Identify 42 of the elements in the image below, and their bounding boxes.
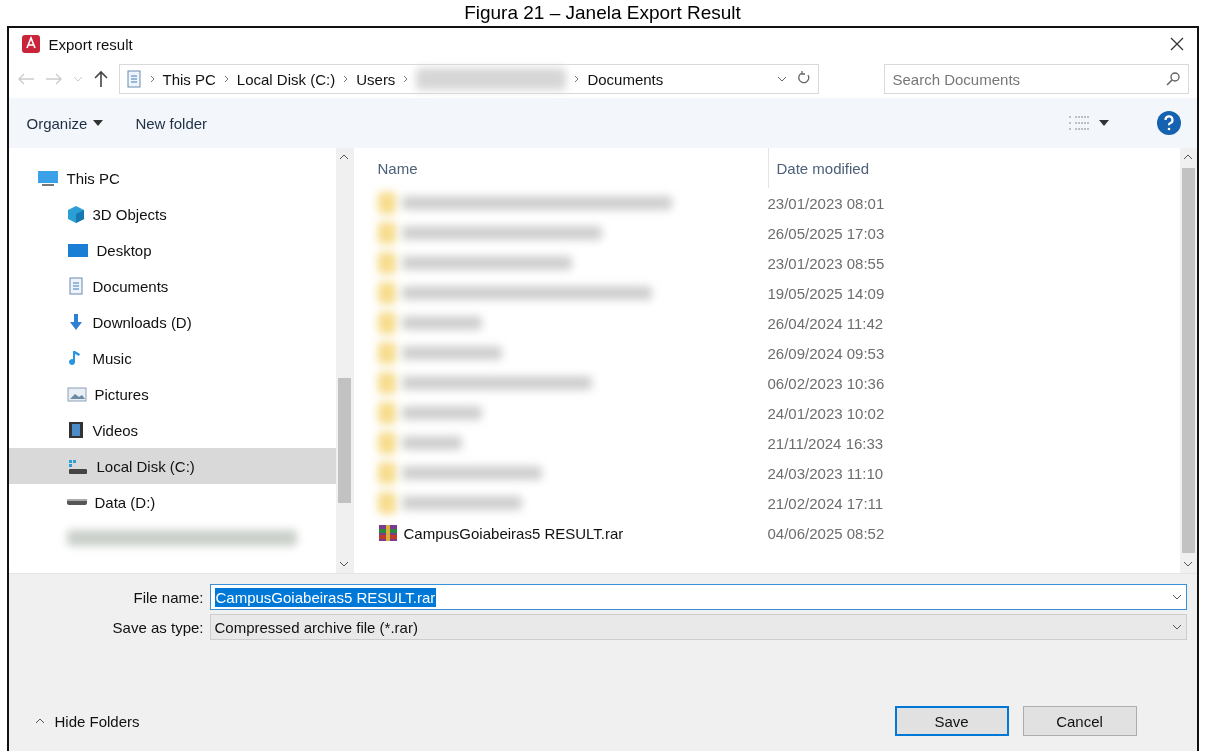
- breadcrumb[interactable]: This PC: [162, 70, 216, 88]
- date-modified: 24/03/2023 11:10: [766, 464, 884, 482]
- date-modified: 23/01/2023 08:55: [766, 254, 885, 272]
- breadcrumb[interactable]: Local Disk (C:): [236, 70, 336, 88]
- sidebar-item[interactable]: 3D Objects: [8, 196, 336, 232]
- window-title: Export result: [48, 35, 134, 53]
- sidebar-item[interactable]: This PC: [8, 160, 336, 196]
- file-name[interactable]: CampusGoiabeiras5 RESULT.rar: [403, 524, 624, 542]
- cancel-button[interactable]: Cancel: [1022, 706, 1137, 736]
- file-name-field[interactable]: CampusGoiabeiras5 RESULT.rar: [209, 584, 1187, 610]
- search-field[interactable]: Search Documents: [883, 64, 1189, 94]
- organize-button[interactable]: Organize: [24, 110, 106, 136]
- sidebar-item[interactable]: Data (D:): [8, 484, 336, 520]
- date-modified: 19/05/2025 14:09: [766, 284, 885, 302]
- date-modified: 26/09/2024 09:53: [766, 344, 885, 362]
- date-modified: 21/02/2024 17:11: [766, 494, 884, 512]
- sidebar-item[interactable]: Pictures: [8, 376, 336, 412]
- column-header[interactable]: Date modified: [767, 148, 1178, 188]
- date-modified: 26/04/2024 11:42: [766, 314, 884, 332]
- save-button[interactable]: Save: [894, 706, 1009, 736]
- sidebar-item[interactable]: Downloads (D): [8, 304, 336, 340]
- sidebar-item[interactable]: Desktop: [8, 232, 336, 268]
- date-modified: 06/02/2023 10:36: [766, 374, 885, 392]
- column-header[interactable]: Name: [377, 148, 768, 188]
- figure-caption: Figura 21 – Janela Export Result: [464, 1, 741, 25]
- save-type-dropdown[interactable]: Compressed archive file (*.rar): [209, 614, 1187, 640]
- date-modified: 24/01/2023 10:02: [766, 404, 885, 422]
- date-modified: 26/05/2025 17:03: [766, 224, 885, 242]
- sidebar-item[interactable]: Videos: [8, 412, 336, 448]
- sidebar-item[interactable]: Documents: [8, 268, 336, 304]
- date-modified: 23/01/2023 08:01: [766, 194, 885, 212]
- sidebar-item[interactable]: Music: [8, 340, 336, 376]
- field-label: Save as type:: [111, 618, 205, 636]
- breadcrumb[interactable]: Users: [356, 70, 396, 88]
- field-label: File name:: [132, 588, 205, 606]
- date-modified: 21/11/2024 16:33: [766, 434, 884, 452]
- address-bar[interactable]: This PC Local Disk (C:) Users Documents: [118, 64, 819, 94]
- new-folder-button[interactable]: New folder: [133, 110, 210, 136]
- hide-folders-button[interactable]: Hide Folders: [28, 711, 146, 731]
- sidebar-item[interactable]: Local Disk (C:): [8, 448, 336, 484]
- breadcrumb[interactable]: Documents: [587, 70, 664, 88]
- date-modified: 04/06/2025 08:52: [766, 524, 885, 542]
